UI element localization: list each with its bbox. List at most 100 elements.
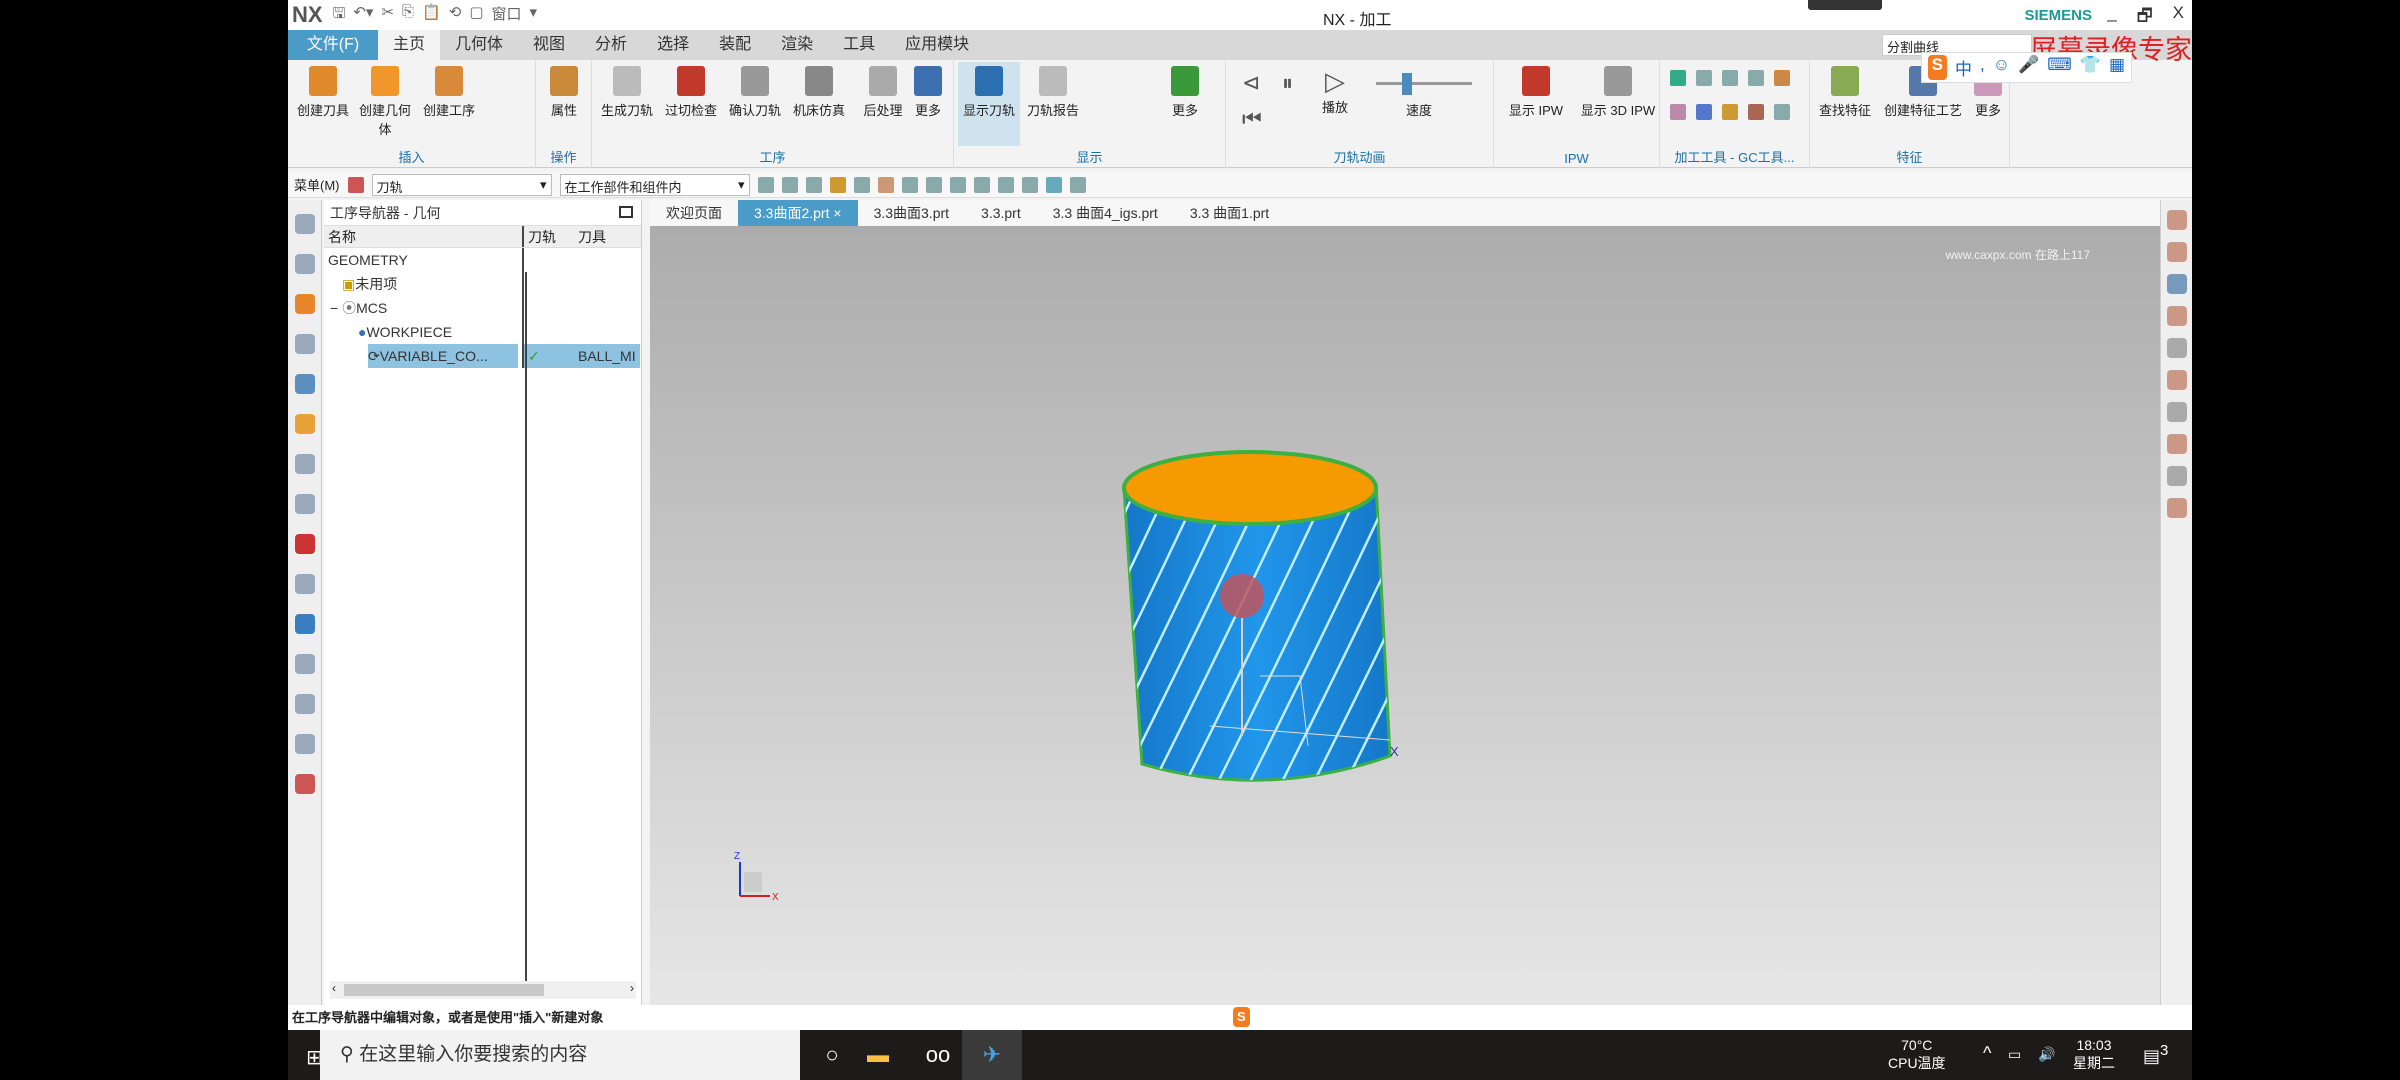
maximize-icon[interactable] [619, 206, 633, 218]
snap-icon[interactable] [877, 176, 894, 193]
select-icon[interactable] [805, 176, 822, 193]
tree-row[interactable]: − ⦿MCS [324, 296, 641, 320]
tab-file[interactable]: 3.3 曲面4_igs.prt [1037, 200, 1174, 226]
tab-file-active[interactable]: 3.3曲面2.prt × [738, 200, 858, 226]
create-tool-button[interactable]: 创建刀具 [292, 66, 354, 119]
display-toolpath-button[interactable]: 显示刀轨 [958, 62, 1020, 146]
tool-icon[interactable] [2166, 370, 2187, 390]
tab-file[interactable]: 3.3曲面3.prt [858, 200, 965, 226]
create-geometry-button[interactable]: 创建几何体 [354, 66, 416, 138]
mic-icon[interactable]: 🎤 [2018, 55, 2039, 80]
notification-icon[interactable]: ▤3 [2143, 1042, 2168, 1065]
tree-row[interactable]: ▣未用项 [324, 272, 641, 296]
paste-icon[interactable]: 📋 [422, 3, 441, 28]
repeat-icon[interactable]: ⟲ [449, 3, 462, 28]
web-browser-icon[interactable] [294, 534, 315, 554]
select-icon[interactable] [781, 176, 798, 193]
skin-icon[interactable]: 👕 [2080, 55, 2101, 80]
keyboard-icon[interactable]: ⌨ [2047, 55, 2072, 80]
roles-icon[interactable] [294, 694, 315, 714]
tool-icon[interactable] [2166, 306, 2187, 326]
taskbar-search[interactable]: ⚲ 在这里输入你要搜索的内容 [320, 1030, 800, 1080]
tool-icon[interactable] [1748, 104, 1764, 120]
machine-navigator-icon[interactable] [294, 414, 315, 434]
tab-file[interactable]: 3.3.prt [965, 200, 1037, 226]
window-icon[interactable]: ▢ [469, 3, 483, 28]
process-studio-icon[interactable] [294, 614, 315, 634]
system-icon[interactable] [294, 734, 315, 754]
tool-icon[interactable] [1774, 70, 1790, 86]
properties-button[interactable]: 属性 [536, 66, 592, 119]
tab-render[interactable]: 渲染 [766, 30, 828, 60]
scroll-thumb[interactable] [344, 984, 544, 996]
cylinder-top-face[interactable] [1122, 450, 1378, 526]
tool-icon[interactable] [1748, 70, 1764, 86]
play-button[interactable]: ▷ 播放 [1310, 66, 1360, 116]
step-forward-icon[interactable]: ⏮ [1242, 106, 1262, 132]
column-name[interactable]: 名称 [324, 226, 524, 247]
customize-icon[interactable]: ▾ [530, 3, 538, 28]
toolpath-report-button[interactable]: 刀轨报告 [1022, 66, 1084, 119]
slider-thumb[interactable] [1401, 73, 1412, 95]
tool-icon[interactable] [2166, 402, 2187, 422]
more-button[interactable]: 更多 [906, 66, 950, 119]
ime-toolbar[interactable]: S 中, ☺ 🎤 ⌨ 👕 ▦ [1920, 52, 2132, 83]
tab-geometry[interactable]: 几何体 [440, 30, 518, 60]
collapse-icon[interactable]: − [330, 300, 338, 316]
undo-icon[interactable]: ↶▾ [353, 3, 373, 28]
part-navigator-icon[interactable] [294, 334, 315, 354]
view-icon[interactable] [925, 176, 942, 193]
scope-dropdown[interactable]: 在工作部件和组件内 [559, 173, 750, 196]
copy-icon[interactable]: ⎘ [402, 3, 414, 28]
tab-select[interactable]: 选择 [642, 30, 704, 60]
speed-slider[interactable] [1376, 73, 1472, 95]
view-triad-cube[interactable] [744, 872, 762, 892]
tool-icon[interactable] [1696, 104, 1712, 120]
tab-analysis[interactable]: 分析 [580, 30, 642, 60]
menu-button[interactable]: 菜单(M) [294, 175, 340, 194]
generate-toolpath-button[interactable]: 生成刀轨 [596, 66, 658, 119]
tool-icon[interactable] [1722, 104, 1738, 120]
select-icon[interactable] [757, 176, 774, 193]
volume-icon[interactable]: 🔊 [2038, 1045, 2055, 1063]
filter-icon[interactable] [347, 176, 364, 193]
snap-icon[interactable] [853, 176, 870, 193]
tool-icon[interactable] [1696, 70, 1712, 86]
tab-applications[interactable]: 应用模块 [890, 30, 984, 60]
render-icon[interactable] [1021, 176, 1038, 193]
view-icon[interactable] [949, 176, 966, 193]
tool-icon[interactable] [2166, 274, 2187, 294]
render-icon[interactable] [973, 176, 990, 193]
postprocess-button[interactable]: 后处理 [852, 66, 914, 119]
tool-icon[interactable] [1774, 104, 1790, 120]
find-feature-button[interactable]: 查找特征 [1814, 66, 1876, 119]
battery-icon[interactable]: ▭ [2008, 1045, 2021, 1063]
ime-mode[interactable]: 中 [1955, 55, 1972, 80]
cut-icon[interactable]: ✂ [381, 3, 394, 28]
display-more-button[interactable]: 更多 [1154, 66, 1216, 119]
type-filter-dropdown[interactable]: 刀轨 [371, 173, 552, 196]
app-icon[interactable]: oo [908, 1030, 968, 1080]
column-tool[interactable]: 刀具 [574, 226, 640, 247]
constraint-navigator-icon[interactable] [294, 294, 315, 314]
settings-icon[interactable] [294, 214, 315, 234]
scroll-left-icon[interactable]: ‹ [332, 981, 336, 995]
verify-toolpath-button[interactable]: 确认刀轨 [724, 66, 786, 119]
tab-home[interactable]: 主页 [378, 30, 441, 60]
show-hide-icon[interactable] [1069, 176, 1086, 193]
reuse-library-icon[interactable] [294, 454, 315, 474]
palette-icon[interactable] [294, 774, 315, 794]
gouge-check-button[interactable]: 过切检查 [660, 66, 722, 119]
save-icon[interactable]: 🖫 [333, 3, 346, 28]
tree-row[interactable]: ●WORKPIECE [324, 320, 641, 344]
tool-icon[interactable] [2166, 338, 2187, 358]
view-icon[interactable] [901, 176, 918, 193]
eye-icon[interactable] [2166, 466, 2187, 486]
close-tab-icon[interactable]: × [833, 205, 841, 221]
history-icon[interactable] [294, 574, 315, 594]
tree-row-selected[interactable]: ⟳VARIABLE_CO... ✓ BALL_MI [324, 344, 641, 368]
show-hide-icon[interactable] [1045, 176, 1062, 193]
show-3d-ipw-button[interactable]: 显示 3D IPW [1576, 66, 1660, 119]
recorder-widget[interactable] [1808, 0, 1882, 10]
emoji-icon[interactable]: ☺ [1993, 55, 2010, 80]
